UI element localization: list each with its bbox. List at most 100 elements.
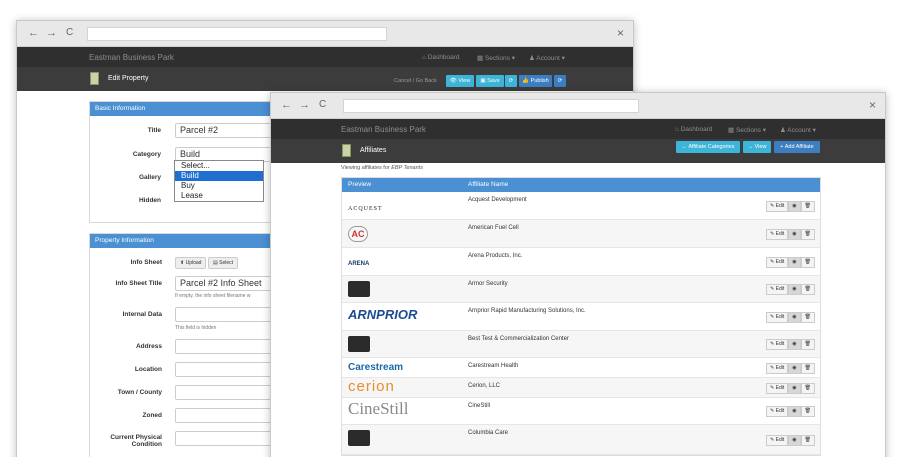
delete-button[interactable]: 🗑 — [800, 382, 815, 394]
delete-button[interactable]: 🗑 — [800, 311, 815, 323]
forward-arrow-icon[interactable]: → — [46, 27, 57, 39]
nav-dashboard[interactable]: ⌂ Dashboard — [675, 126, 713, 133]
nav-account[interactable]: ♟ Account ▾ — [529, 54, 565, 62]
title-input[interactable]: Parcel #2 — [175, 123, 275, 138]
delete-button[interactable]: 🗑 — [800, 256, 815, 268]
edit-button[interactable]: ✎ Edit — [766, 362, 789, 374]
table-row: Columbia Care ✎ Edit ◉ 🗑 — [342, 425, 820, 455]
nav-sections[interactable]: ▦ Sections ▾ — [728, 126, 766, 134]
toggle-visibility-button[interactable]: ◉ — [788, 311, 801, 323]
nav-sections[interactable]: ▦ Sections ▾ — [477, 54, 515, 62]
condition-input[interactable] — [175, 431, 275, 446]
affiliate-name: Carestream Health — [468, 363, 519, 369]
row-actions: ✎ Edit ◉ 🗑 — [766, 256, 815, 268]
cancel-go-back-link[interactable]: Cancel / Go Back — [394, 78, 437, 84]
delete-button[interactable]: 🗑 — [800, 200, 815, 212]
reload-icon[interactable]: C — [66, 27, 73, 39]
delete-button[interactable]: 🗑 — [800, 434, 815, 446]
table-row: Armor Security ✎ Edit ◉ 🗑 — [342, 276, 820, 303]
town-county-input[interactable] — [175, 385, 275, 400]
page-title: Affiliates — [360, 147, 387, 154]
affiliate-categories-button[interactable]: ← Affiliate Categories — [676, 141, 740, 153]
brand-name[interactable]: Eastman Business Park — [341, 125, 426, 134]
upload-button[interactable]: ⬆ Upload — [175, 257, 207, 269]
add-affiliate-button[interactable]: + Add Affiliate — [774, 141, 820, 153]
toggle-visibility-button[interactable]: ◉ — [788, 284, 801, 295]
address-label: Address — [135, 343, 162, 350]
address-bar[interactable] — [87, 27, 387, 41]
internal-data-input[interactable] — [175, 307, 275, 322]
view-button[interactable]: 👁 View — [446, 75, 474, 87]
category-option[interactable]: Lease — [175, 191, 263, 201]
table-row: AC American Fuel Cell ✎ Edit ◉ 🗑 — [342, 220, 820, 248]
edit-button[interactable]: ✎ Edit — [766, 339, 789, 350]
address-input[interactable] — [175, 339, 275, 354]
edit-button[interactable]: ✎ Edit — [766, 311, 789, 323]
toggle-visibility-button[interactable]: ◉ — [788, 382, 801, 394]
address-bar[interactable] — [343, 99, 639, 113]
table-row: ARNPRIOR Arnprior Rapid Manufacturing Sol… — [342, 303, 820, 331]
save-refresh-button[interactable]: ⟳ — [505, 75, 517, 87]
edit-button[interactable]: ✎ Edit — [766, 256, 789, 268]
table-row: ARENA Arena Products, Inc. ✎ Edit ◉ 🗑 — [342, 248, 820, 276]
arrow-right-icon: → — [747, 144, 755, 150]
affiliates-table: Preview Affiliate Name ACQUEST Acquest De… — [341, 177, 821, 456]
gallery-label: Gallery — [138, 174, 161, 181]
toggle-visibility-button[interactable]: ◉ — [788, 406, 801, 417]
category-option-selected[interactable]: Build — [175, 171, 263, 181]
nav-dashboard[interactable]: ⌂ Dashboard — [422, 54, 460, 61]
reload-icon[interactable]: C — [319, 99, 326, 111]
zoned-input[interactable] — [175, 408, 275, 423]
toggle-visibility-button[interactable]: ◉ — [788, 362, 801, 374]
back-arrow-icon[interactable]: ← — [281, 99, 292, 111]
publish-refresh-button[interactable]: ⟳ — [554, 75, 566, 87]
edit-button[interactable]: ✎ Edit — [766, 228, 789, 240]
edit-button[interactable]: ✎ Edit — [766, 434, 789, 446]
toggle-visibility-button[interactable]: ◉ — [788, 200, 801, 212]
edit-button[interactable]: ✎ Edit — [766, 406, 789, 417]
back-arrow-icon[interactable]: ← — [28, 27, 39, 39]
close-icon[interactable]: × — [617, 26, 624, 40]
info-sheet-title-input[interactable]: Parcel #2 Info Sheet — [175, 276, 275, 291]
toggle-visibility-button[interactable]: ◉ — [788, 339, 801, 350]
brand-name[interactable]: Eastman Business Park — [89, 53, 174, 62]
affiliates-window: ← → C × Eastman Business Park ⌂ Dashboar… — [270, 92, 886, 457]
toggle-visibility-button[interactable]: ◉ — [788, 228, 801, 240]
select-button[interactable]: ▤ Select — [208, 257, 239, 269]
zoned-label: Zoned — [142, 412, 163, 419]
affiliate-logo: ARNPRIOR — [348, 307, 418, 322]
view-button[interactable]: → View — [743, 141, 771, 153]
affiliate-name: Arnprior Rapid Manufacturing Solutions, … — [468, 308, 586, 314]
edit-button[interactable]: ✎ Edit — [766, 382, 789, 394]
delete-button[interactable]: 🗑 — [800, 284, 815, 295]
publish-button[interactable]: 👍 Publish — [519, 75, 552, 87]
table-row: cerion Cerion, LLC ✎ Edit ◉ 🗑 — [342, 378, 820, 398]
table-row: Carestream Carestream Health ✎ Edit ◉ 🗑 — [342, 358, 820, 378]
row-actions: ✎ Edit ◉ 🗑 — [766, 311, 815, 323]
caret-down-icon: ▾ — [559, 55, 565, 62]
edit-button[interactable]: ✎ Edit — [766, 200, 789, 212]
caret-down-icon: ▾ — [810, 127, 816, 134]
category-option[interactable]: Select... — [175, 161, 263, 171]
toggle-visibility-button[interactable]: ◉ — [788, 256, 801, 268]
affiliate-logo: cerion — [348, 378, 395, 395]
edit-button[interactable]: ✎ Edit — [766, 284, 789, 295]
affiliate-name: Best Test & Commercialization Center — [468, 336, 569, 342]
save-button[interactable]: ▣ Save — [476, 75, 504, 87]
affiliate-logo: Carestream — [348, 362, 404, 373]
title-label: Title — [147, 127, 161, 134]
delete-button[interactable]: 🗑 — [800, 339, 815, 350]
forward-arrow-icon[interactable]: → — [299, 99, 310, 111]
nav-account[interactable]: ♟ Account ▾ — [780, 126, 816, 134]
close-icon[interactable]: × — [869, 98, 876, 112]
grid-icon: ▦ — [728, 127, 736, 134]
panel-heading: Basic Information — [90, 102, 288, 116]
delete-button[interactable]: 🗑 — [800, 228, 815, 240]
toggle-visibility-button[interactable]: ◉ — [788, 434, 801, 446]
category-option[interactable]: Buy — [175, 181, 263, 191]
delete-button[interactable]: 🗑 — [800, 362, 815, 374]
affiliate-logo: ACQUEST — [348, 206, 383, 212]
delete-button[interactable]: 🗑 — [800, 406, 815, 417]
location-input[interactable] — [175, 362, 275, 377]
affiliate-logo — [348, 281, 370, 297]
